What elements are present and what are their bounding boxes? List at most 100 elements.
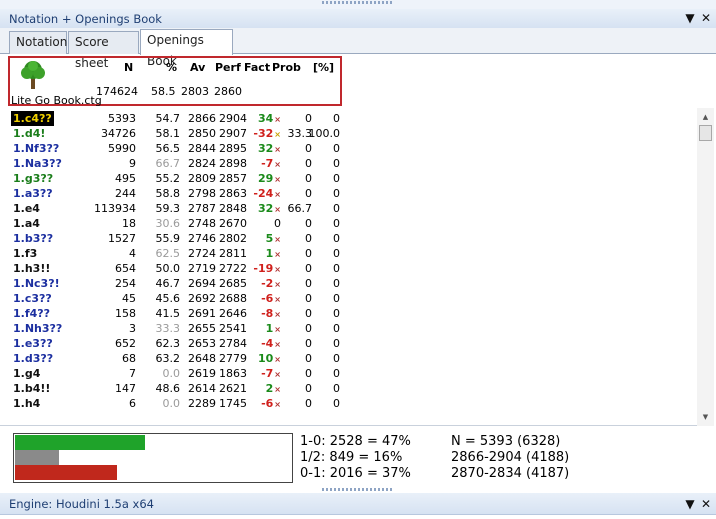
col-header-perf[interactable]: Perf	[215, 61, 241, 74]
move-cell[interactable]: 1.Na3??	[13, 156, 62, 171]
move-cell[interactable]: 1.b4!!	[13, 381, 50, 396]
scroll-up-icon[interactable]: ▲	[697, 110, 714, 124]
pct-cell: 58.8	[155, 187, 181, 200]
fact-value: -4	[261, 337, 274, 350]
fact-value: -2	[261, 277, 274, 290]
prob-cell: 66.7	[287, 202, 313, 215]
cross-icon: ×	[274, 130, 281, 139]
tab-notation[interactable]: Notation	[9, 31, 67, 54]
move-cell[interactable]: 1.e3??	[13, 336, 53, 351]
col-header-pct[interactable]: %	[166, 61, 177, 74]
fact-value: -6	[261, 397, 274, 410]
n-cell: 6	[129, 397, 136, 410]
table-row[interactable]: 1.a3?? 244 58.8 2798 2863 -24× 0 0	[10, 186, 340, 201]
move-cell[interactable]: 1.d4!	[13, 126, 45, 141]
move-cell[interactable]: 1.b3??	[13, 231, 53, 246]
col-header-n[interactable]: N	[124, 61, 133, 74]
move-cell[interactable]: 1.h3!!	[13, 261, 50, 276]
av-cell: 2746	[188, 232, 216, 245]
table-row[interactable]: 1.g4 7 0.0 2619 1863 -7× 0 0	[10, 366, 340, 381]
move-cell[interactable]: 1.c3??	[13, 291, 52, 306]
move-cell[interactable]: 1.f3	[13, 246, 37, 261]
move-list-scrollbar[interactable]: ▲ ▼	[697, 108, 714, 426]
col-header-av[interactable]: Av	[190, 61, 205, 74]
table-row[interactable]: 1.Nc3?! 254 46.7 2694 2685 -2× 0 0	[10, 276, 340, 291]
fact-cell: -24×	[253, 186, 281, 202]
table-row[interactable]: 1.e3?? 652 62.3 2653 2784 -4× 0 0	[10, 336, 340, 351]
n-cell: 45	[122, 292, 136, 305]
prob-cell: 0	[305, 262, 312, 275]
table-row[interactable]: 1.c4?? 5393 54.7 2866 2904 34× 0 0	[10, 111, 340, 126]
table-row[interactable]: 1.e4 113934 59.3 2787 2848 32× 66.7 0	[10, 201, 340, 216]
panel-close-button[interactable]: ✕	[698, 10, 714, 27]
move-cell[interactable]: 1.a3??	[13, 186, 53, 201]
panel-pin-button[interactable]: ▼	[682, 10, 698, 27]
move-cell[interactable]: 1.d3??	[13, 351, 53, 366]
scroll-thumb[interactable]	[699, 125, 712, 141]
openings-panel-titlebar: Notation + Openings Book ▼ ✕	[0, 9, 716, 29]
table-row[interactable]: 1.b3?? 1527 55.9 2746 2802 5× 0 0	[10, 231, 340, 246]
cross-icon: ×	[274, 145, 281, 154]
engine-close-button[interactable]: ✕	[698, 496, 714, 513]
cross-icon: ×	[274, 310, 281, 319]
cross-icon: ×	[274, 160, 281, 169]
n-cell: 3	[129, 322, 136, 335]
move-cell[interactable]: 1.h4	[13, 396, 40, 411]
table-row[interactable]: 1.g3?? 495 55.2 2809 2857 29× 0 0	[10, 171, 340, 186]
av-cell: 2748	[188, 217, 216, 230]
perf-cell: 2895	[219, 142, 247, 155]
fact-value: 32	[257, 142, 274, 155]
move-cell[interactable]: 1.c4??	[11, 111, 54, 126]
move-cell[interactable]: 1.Nh3??	[13, 321, 62, 336]
tab-openings-book[interactable]: Openings Book	[140, 29, 233, 68]
fact-cell: 34×	[258, 111, 281, 127]
av-cell: 2850	[188, 127, 216, 140]
move-cell[interactable]: 1.f4??	[13, 306, 50, 321]
result-draw: 1/2: 849 = 16%	[300, 450, 403, 465]
tab-score-sheet[interactable]: Score sheet	[68, 31, 139, 70]
table-row[interactable]: 1.d3?? 68 63.2 2648 2779 10× 0 0	[10, 351, 340, 366]
engine-resize-grip[interactable]	[322, 488, 392, 491]
pct-cell: 56.5	[155, 142, 181, 155]
cross-icon: ×	[274, 400, 281, 409]
table-row[interactable]: 1.f3 4 62.5 2724 2811 1× 0 0	[10, 246, 340, 261]
fact-cell: 2×	[266, 381, 281, 397]
total-n: 174624	[96, 85, 138, 98]
table-row[interactable]: 1.Nf3?? 5990 56.5 2844 2895 32× 0 0	[10, 141, 340, 156]
move-cell[interactable]: 1.Nc3?!	[13, 276, 60, 291]
cross-icon: ×	[274, 370, 281, 379]
move-cell[interactable]: 1.g4	[13, 366, 40, 381]
move-cell[interactable]: 1.g3??	[13, 171, 53, 186]
move-cell[interactable]: 1.a4	[13, 216, 40, 231]
move-cell[interactable]: 1.e4	[13, 201, 40, 216]
table-row[interactable]: 1.a4 18 30.6 2748 2670 0 0 0	[10, 216, 340, 231]
col-header-prob[interactable]: Prob	[272, 61, 301, 74]
panel-resize-grip[interactable]	[322, 1, 392, 4]
n-cell: 18	[122, 217, 136, 230]
move-cell[interactable]: 1.Nf3??	[13, 141, 59, 156]
col-header-prob-pct[interactable]: [%]	[313, 61, 334, 74]
table-row[interactable]: 1.h3!! 654 50.0 2719 2722 -19× 0 0	[10, 261, 340, 276]
table-row[interactable]: 1.b4!! 147 48.6 2614 2621 2× 0 0	[10, 381, 340, 396]
av-cell: 2866	[188, 112, 216, 125]
prob-pct-cell: 0	[333, 202, 340, 215]
table-row[interactable]: 1.h4 6 0.0 2289 1745 -6× 0 0	[10, 396, 340, 411]
fact-value: -19	[253, 262, 274, 275]
white-win-bar	[15, 435, 145, 450]
pct-cell: 41.5	[155, 307, 181, 320]
scroll-down-icon[interactable]: ▼	[697, 410, 714, 424]
fact-cell: -7×	[261, 366, 281, 382]
pct-cell: 45.6	[155, 292, 181, 305]
prob-pct-cell: 0	[333, 247, 340, 260]
prob-cell: 0	[305, 352, 312, 365]
col-header-fact[interactable]: Fact	[244, 61, 270, 74]
table-row[interactable]: 1.f4?? 158 41.5 2691 2646 -8× 0 0	[10, 306, 340, 321]
fact-cell: -2×	[261, 276, 281, 292]
cross-icon: ×	[274, 355, 281, 364]
table-row[interactable]: 1.c3?? 45 45.6 2692 2688 -6× 0 0	[10, 291, 340, 306]
fact-cell: -7×	[261, 156, 281, 172]
engine-pin-button[interactable]: ▼	[682, 496, 698, 513]
table-row[interactable]: 1.Nh3?? 3 33.3 2655 2541 1× 0 0	[10, 321, 340, 336]
table-row[interactable]: 1.Na3?? 9 66.7 2824 2898 -7× 0 0	[10, 156, 340, 171]
table-row[interactable]: 1.d4! 34726 58.1 2850 2907 -32× 33.3 100.0	[10, 126, 340, 141]
